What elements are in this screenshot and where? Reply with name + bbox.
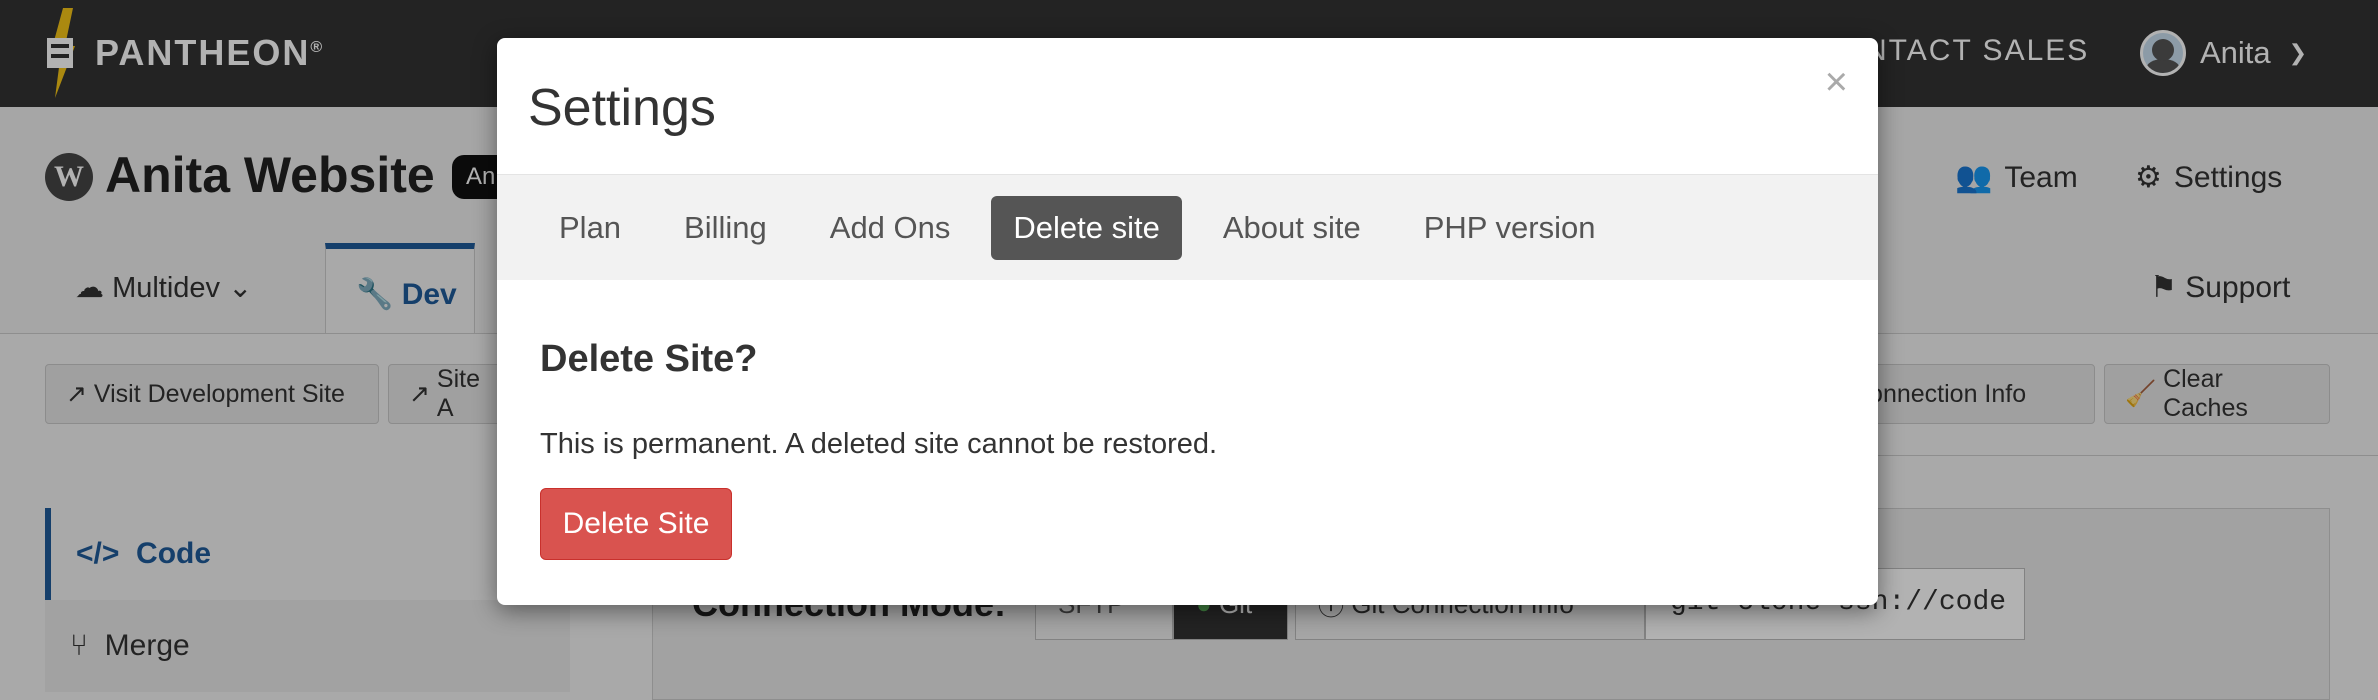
modal-header: Settings × [497,38,1878,175]
delete-warning-text: This is permanent. A deleted site cannot… [540,428,1218,460]
delete-site-button[interactable]: Delete Site [540,488,732,560]
tab-delete-site[interactable]: Delete site [991,195,1182,260]
tab-billing[interactable]: Billing [662,196,789,260]
modal-title: Settings [528,79,716,137]
tab-add-ons[interactable]: Add Ons [808,196,973,260]
tab-about-site[interactable]: About site [1201,196,1383,260]
modal-body: Delete Site? This is permanent. A delete… [540,338,1217,560]
delete-site-heading: Delete Site? [540,338,758,380]
close-icon[interactable]: × [1825,60,1848,105]
settings-modal: Settings × Plan Billing Add Ons Delete s… [497,38,1878,605]
tab-plan[interactable]: Plan [537,196,643,260]
tab-php-version[interactable]: PHP version [1402,196,1618,260]
settings-tabs: Plan Billing Add Ons Delete site About s… [497,175,1878,280]
